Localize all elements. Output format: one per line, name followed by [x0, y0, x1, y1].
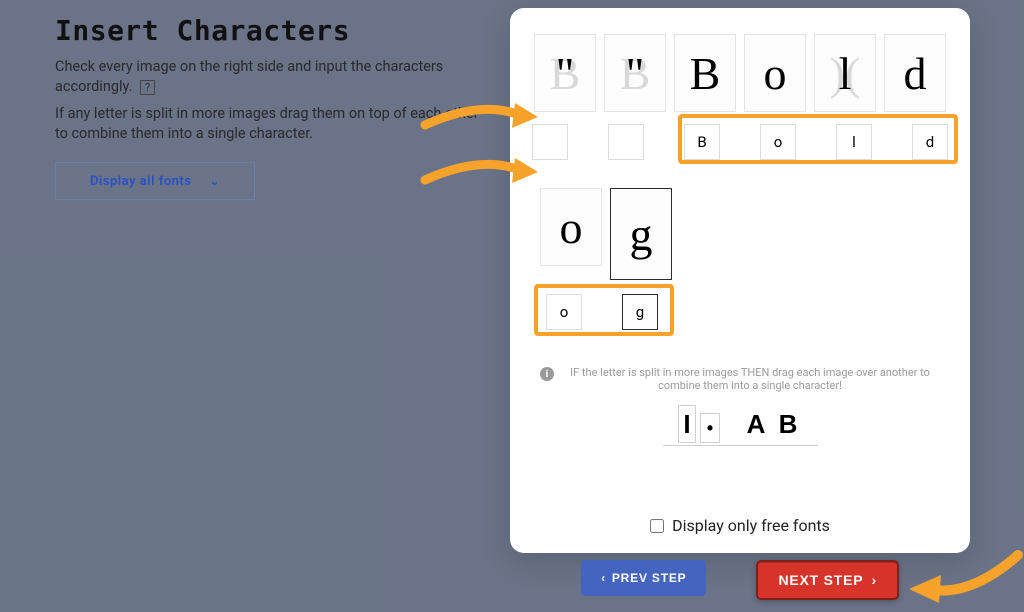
char-tile[interactable]: o [744, 34, 806, 112]
char-input[interactable] [684, 124, 720, 160]
instruction-line-2: If any letter is split in more images dr… [55, 104, 485, 145]
char-input[interactable] [760, 124, 796, 160]
chevron-left-icon: ‹ [601, 571, 606, 585]
free-fonts-label: Display only free fonts [672, 516, 830, 535]
page-title: Insert Characters [55, 14, 485, 47]
wizard-nav-buttons: ‹ PREV STEP NEXT STEP › [510, 560, 970, 600]
chevron-down-icon: ⌄ [210, 174, 221, 188]
char-glyph: B [690, 47, 721, 100]
help-icon[interactable]: ? [140, 80, 155, 95]
char-tile[interactable]: " [534, 34, 596, 112]
left-instructions-panel: Insert Characters Check every image on t… [55, 14, 485, 200]
instruction-text-1: Check every image on the right side and … [55, 58, 443, 95]
char-input[interactable] [912, 124, 948, 160]
char-glyph: g [630, 208, 653, 261]
char-input[interactable] [836, 124, 872, 160]
info-icon: i [540, 367, 554, 381]
char-glyph: o [560, 201, 583, 254]
prev-step-label: PREV STEP [612, 571, 687, 585]
char-tile-row-1: " " Bold [534, 34, 946, 112]
dropdown-label: Display all fonts [90, 174, 192, 189]
example-image: I • A B [663, 400, 818, 446]
next-step-button[interactable]: NEXT STEP › [756, 560, 898, 600]
chevron-right-icon: › [871, 572, 876, 588]
char-input-row-1 [528, 120, 952, 164]
instruction-line-1: Check every image on the right side and … [55, 57, 485, 98]
char-input[interactable] [546, 294, 582, 330]
char-tile[interactable]: g [610, 188, 672, 280]
char-glyph: d [904, 47, 927, 100]
char-input-row-2 [538, 288, 666, 336]
char-glyph: " [626, 47, 645, 100]
next-step-label: NEXT STEP [778, 572, 863, 588]
char-glyph: l [839, 47, 852, 100]
char-tile[interactable]: " [604, 34, 666, 112]
char-tile[interactable]: o [540, 188, 602, 266]
char-glyph: o [764, 47, 787, 100]
char-tile[interactable]: d [884, 34, 946, 112]
char-tile[interactable]: B [674, 34, 736, 112]
free-fonts-checkbox-row[interactable]: Display only free fonts [650, 516, 830, 535]
char-glyph: " [556, 47, 575, 100]
character-input-modal: ""Bold og i IF the letter is split in mo… [510, 8, 970, 553]
prev-step-button[interactable]: ‹ PREV STEP [581, 560, 706, 596]
char-input[interactable] [608, 124, 644, 160]
char-input[interactable] [532, 124, 568, 160]
char-tile[interactable]: l [814, 34, 876, 112]
char-tile-row-2: og [540, 188, 672, 280]
hint-row: i IF the letter is split in more images … [540, 366, 940, 392]
display-fonts-dropdown[interactable]: Display all fonts ⌄ [55, 162, 255, 200]
hint-text: IF the letter is split in more images TH… [560, 366, 940, 392]
free-fonts-checkbox[interactable] [650, 519, 664, 533]
char-input[interactable] [622, 294, 658, 330]
